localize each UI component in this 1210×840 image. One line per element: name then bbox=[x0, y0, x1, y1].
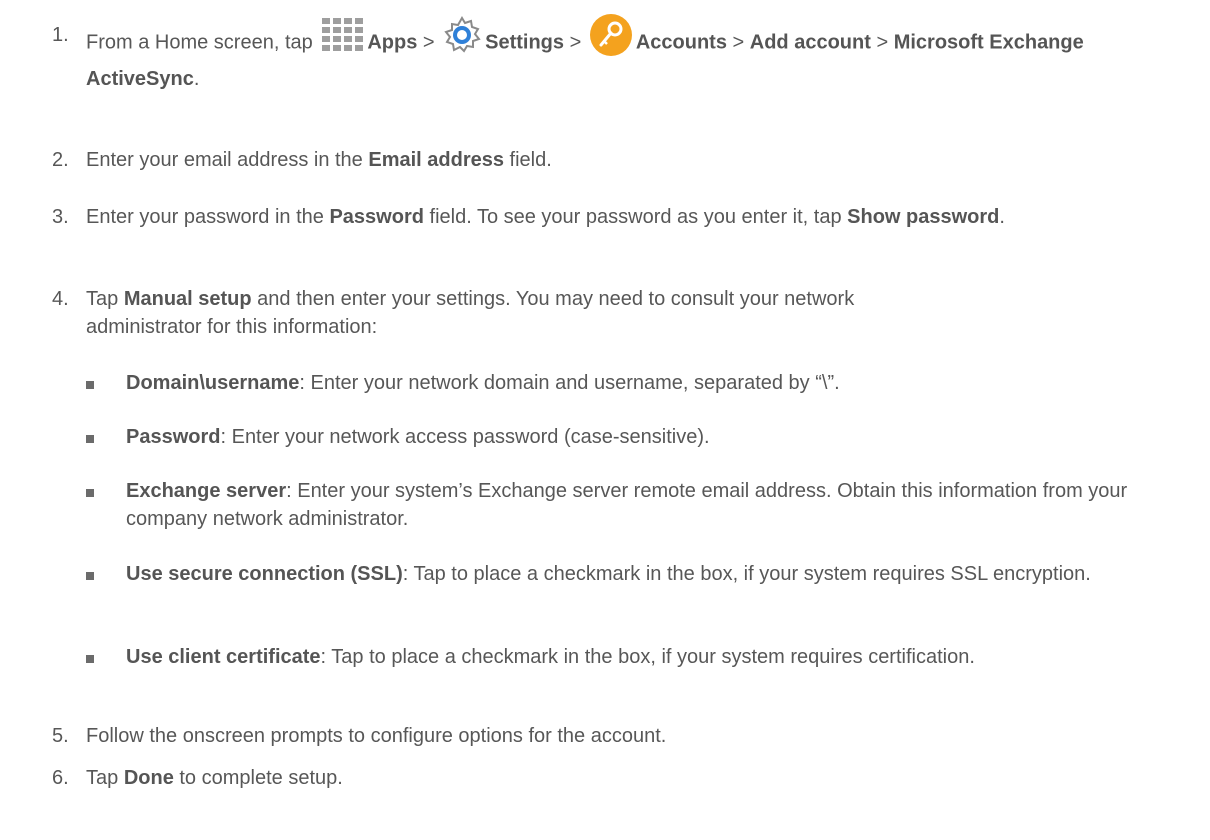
step-number: 3. bbox=[52, 206, 69, 228]
bullet-marker bbox=[86, 489, 94, 497]
apps-grid-icon bbox=[320, 16, 364, 54]
step-number: 4. bbox=[52, 288, 69, 310]
settings-gear-icon bbox=[442, 15, 482, 55]
bullet-marker bbox=[86, 381, 94, 389]
apps-label: Apps bbox=[367, 31, 418, 54]
step-number: 2. bbox=[52, 149, 69, 171]
step-number: 6. bbox=[52, 767, 69, 789]
bullet-marker bbox=[86, 435, 94, 443]
settings-label: Settings bbox=[485, 31, 565, 54]
add-account-label: Add account bbox=[749, 31, 871, 54]
bullet-marker bbox=[86, 655, 94, 663]
step-number: 1. bbox=[52, 24, 69, 46]
step-text: Follow the onscreen prompts to configure… bbox=[86, 725, 667, 747]
step-text: Enter your email address in the Email ad… bbox=[86, 149, 552, 171]
accounts-label: Accounts bbox=[635, 31, 727, 54]
bullet-marker bbox=[86, 572, 94, 580]
accounts-key-icon bbox=[589, 13, 633, 57]
step-text: Tap Done to complete setup. bbox=[86, 767, 343, 789]
step-text: Tap Manual setup and then enter your set… bbox=[86, 288, 855, 338]
step-number: 5. bbox=[52, 725, 69, 747]
step-text: Enter your password in the Password fiel… bbox=[86, 206, 1005, 228]
step-text: From a Home screen, tap Apps > Settings … bbox=[86, 14, 1180, 93]
